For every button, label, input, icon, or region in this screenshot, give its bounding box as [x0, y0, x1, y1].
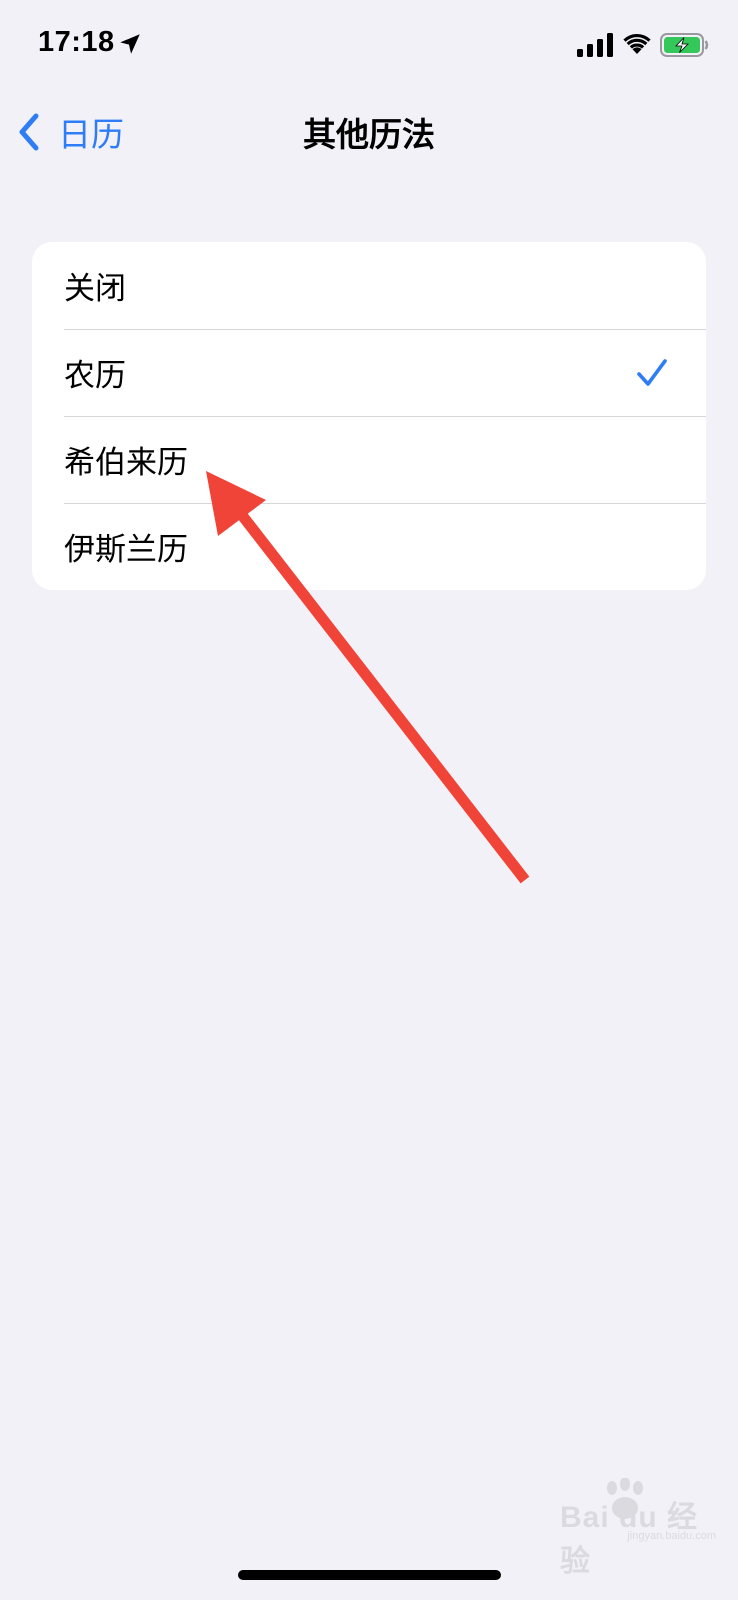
calendar-options-list: 关闭 农历 希伯来历 伊斯兰历 [32, 242, 706, 590]
page-title: 其他历法 [303, 115, 435, 154]
baidu-watermark: Bai du 经验 jingyan.baidu.com [560, 1470, 730, 1578]
option-row-islamic[interactable]: 伊斯兰历 [32, 503, 706, 590]
cellular-signal-icon [577, 33, 613, 57]
option-label: 关闭 [64, 271, 126, 307]
battery-charging-icon [660, 33, 709, 57]
location-arrow-icon [120, 34, 140, 54]
option-row-chinese-lunar[interactable]: 农历 [32, 329, 706, 416]
option-label: 农历 [64, 358, 126, 394]
wifi-icon [623, 33, 651, 54]
navigation-bar: 日历 其他历法 [0, 96, 738, 166]
option-row-hebrew[interactable]: 希伯来历 [32, 416, 706, 503]
annotation-arrow [206, 471, 530, 884]
checkmark-icon [637, 359, 667, 386]
option-label: 希伯来历 [64, 445, 188, 481]
option-label: 伊斯兰历 [64, 532, 188, 568]
option-row-off[interactable]: 关闭 [32, 242, 706, 329]
status-time: 17:18 [38, 26, 115, 58]
status-bar: 17:18 [0, 0, 738, 90]
watermark-subtext: jingyan.baidu.com [627, 1530, 716, 1542]
home-indicator[interactable] [238, 1570, 501, 1580]
